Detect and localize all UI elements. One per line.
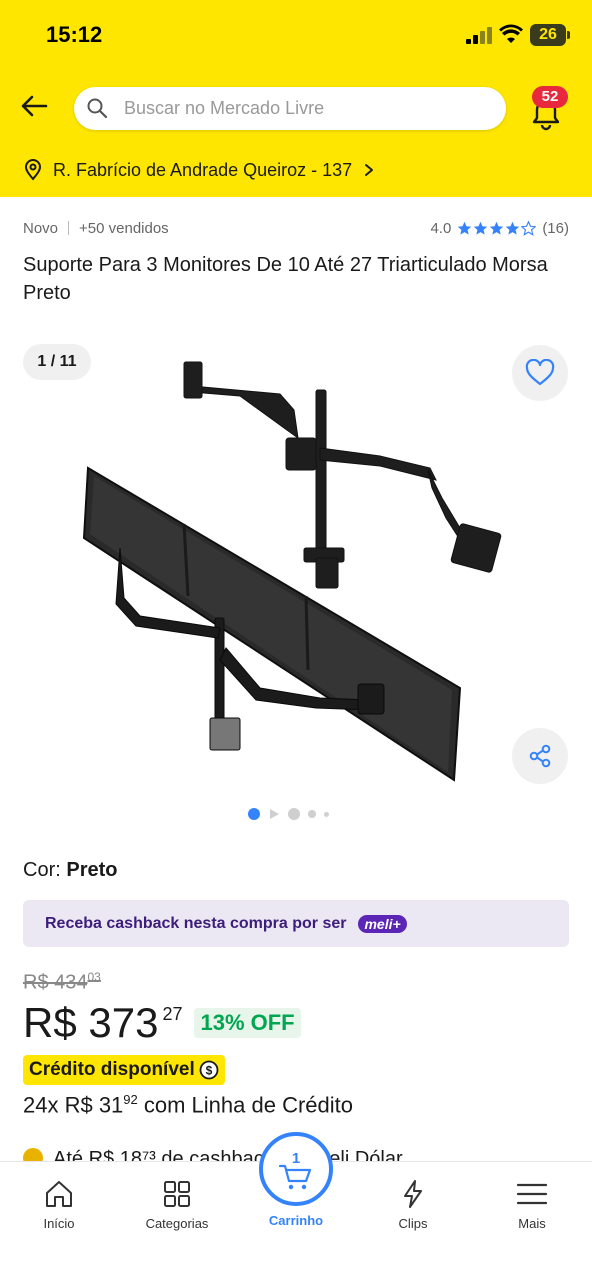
status-bar: 15:12 26 — [0, 0, 592, 70]
share-icon — [529, 744, 551, 768]
address-text: R. Fabrício de Andrade Queiroz - 137 — [53, 159, 353, 180]
star-filled-icon — [506, 221, 520, 235]
product-condition: Novo — [23, 220, 59, 237]
search-icon — [87, 98, 108, 119]
svg-text:$: $ — [205, 1064, 212, 1078]
location-pin-icon — [24, 159, 42, 181]
page-dot[interactable] — [288, 808, 300, 820]
nav-clips[interactable]: Clips — [363, 1178, 463, 1231]
page-dot[interactable] — [308, 810, 316, 818]
star-filled-icon — [458, 221, 472, 235]
search-bar[interactable] — [74, 87, 506, 130]
rating-stars — [457, 221, 537, 236]
clips-icon — [404, 1180, 422, 1208]
page-dot[interactable] — [324, 811, 329, 817]
status-time: 15:12 — [46, 22, 103, 47]
installments: 24x R$ 3192 com Linha de Crédito — [23, 1092, 353, 1118]
gallery-pagination[interactable] — [248, 808, 329, 820]
credit-available-badge[interactable]: Crédito disponível $ — [23, 1055, 225, 1085]
old-price: R$ 43403 — [23, 970, 101, 994]
chevron-right-icon — [365, 164, 374, 176]
product-rating[interactable]: 4.0 (16) — [430, 220, 569, 237]
cashback-banner[interactable]: Receba cashback nesta compra por ser mel… — [23, 900, 569, 947]
wifi-icon — [499, 24, 523, 43]
star-empty-icon — [521, 221, 537, 236]
credit-label: Crédito disponível — [29, 1059, 195, 1080]
star-filled-icon — [474, 221, 488, 235]
color-selector[interactable]: Cor: Preto — [23, 859, 117, 882]
meli-dollar-coin-icon — [23, 1148, 43, 1162]
discount-badge: 13% OFF — [194, 1008, 301, 1038]
battery-indicator: 26 — [530, 24, 570, 46]
color-label: Cor: — [23, 859, 61, 881]
nav-home[interactable]: Início — [9, 1178, 109, 1231]
product-title: Suporte Para 3 Monitores De 10 Até 27 Tr… — [23, 254, 548, 304]
menu-icon — [516, 1183, 548, 1205]
header: 15:12 26 52 R. Fabrício d — [0, 0, 592, 197]
delivery-address[interactable]: R. Fabrício de Andrade Queiroz - 137 — [22, 156, 376, 184]
product-sold-count: +50 vendidos — [79, 220, 169, 237]
share-button[interactable] — [512, 728, 568, 784]
meli-plus-badge: meli+ — [358, 914, 407, 933]
video-play-icon[interactable] — [268, 808, 280, 820]
price-cents: 27 — [162, 1004, 183, 1024]
nav-cart-label[interactable]: Carrinho — [244, 1213, 348, 1228]
product-meta: Novo +50 vendidos 4.0 (16) — [23, 220, 569, 242]
nav-more[interactable]: Mais — [482, 1178, 582, 1231]
price-main: R$ 373 — [23, 999, 159, 1046]
notification-badge: 52 — [532, 86, 568, 108]
page-dot-active[interactable] — [248, 808, 260, 820]
product-image[interactable] — [80, 348, 510, 788]
color-value: Preto — [66, 859, 118, 881]
image-gallery[interactable]: 1 / 11 — [0, 338, 592, 808]
cart-icon — [278, 1164, 312, 1190]
home-icon — [46, 1181, 72, 1207]
search-input[interactable] — [124, 87, 494, 130]
rating-count: (16) — [542, 220, 569, 237]
signal-icon — [466, 27, 492, 44]
favorite-button[interactable] — [512, 345, 568, 401]
categories-icon — [164, 1181, 190, 1207]
current-price: R$ 373 27 13% OFF — [23, 998, 301, 1048]
divider — [68, 221, 70, 235]
back-arrow-icon[interactable] — [18, 90, 50, 122]
nav-categories[interactable]: Categorias — [127, 1178, 227, 1231]
rating-value: 4.0 — [430, 220, 452, 237]
star-filled-icon — [490, 221, 504, 235]
cashback-text: Receba cashback nesta compra por ser — [45, 914, 347, 932]
heart-icon — [525, 359, 555, 386]
credit-coin-icon: $ — [199, 1060, 219, 1080]
